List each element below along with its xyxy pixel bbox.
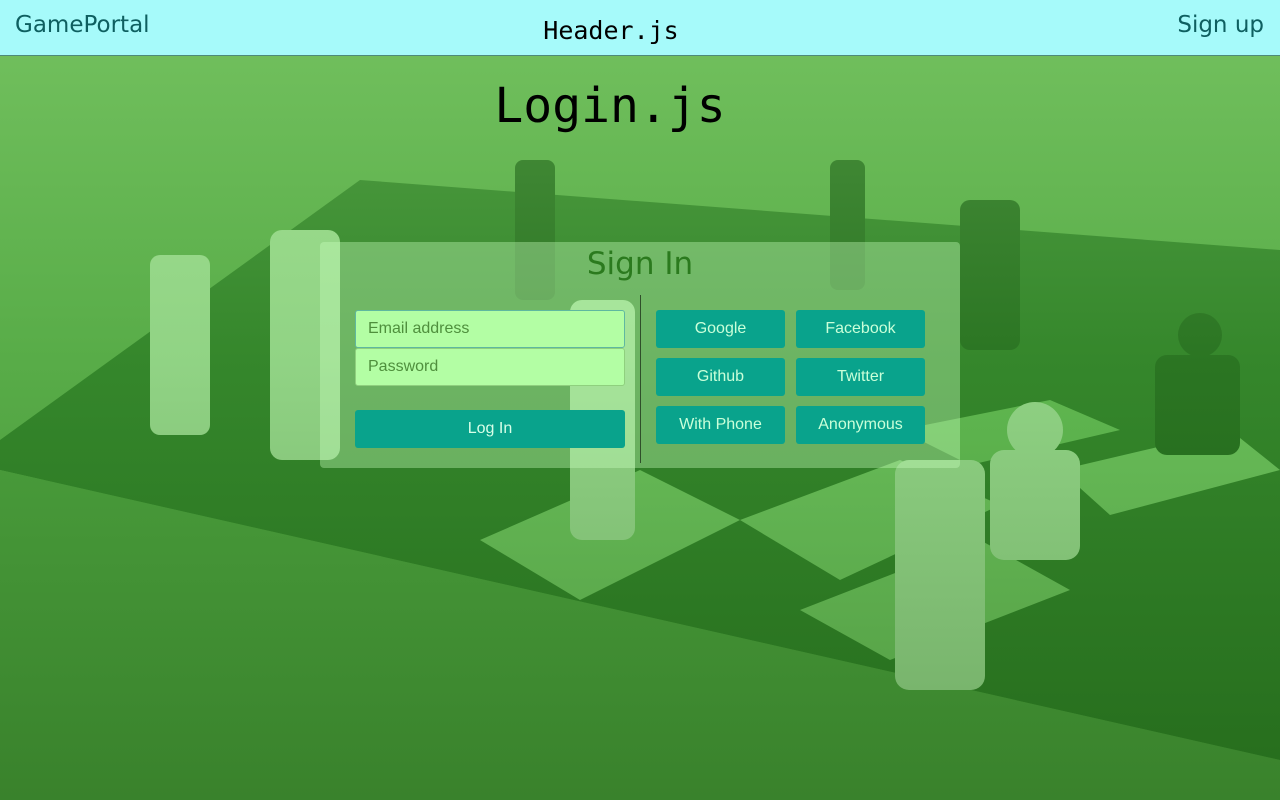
password-input[interactable] [355, 348, 625, 386]
header-title: Header.js [543, 16, 679, 45]
login-button[interactable]: Log In [355, 410, 625, 448]
github-signin-button[interactable]: Github [656, 358, 785, 396]
vertical-divider [640, 295, 641, 463]
header-bar: GamePortal Header.js Sign up [0, 0, 1280, 56]
email-input[interactable] [355, 310, 625, 348]
facebook-signin-button[interactable]: Facebook [796, 310, 925, 348]
phone-signin-button[interactable]: With Phone [656, 406, 785, 444]
signin-card: Sign In Log In Google Facebook Github Tw… [320, 242, 960, 468]
signin-title: Sign In [586, 246, 694, 282]
anonymous-signin-button[interactable]: Anonymous [796, 406, 925, 444]
google-signin-button[interactable]: Google [656, 310, 785, 348]
signup-link[interactable]: Sign up [1177, 12, 1264, 38]
twitter-signin-button[interactable]: Twitter [796, 358, 925, 396]
page-title: Login.js [494, 78, 726, 134]
